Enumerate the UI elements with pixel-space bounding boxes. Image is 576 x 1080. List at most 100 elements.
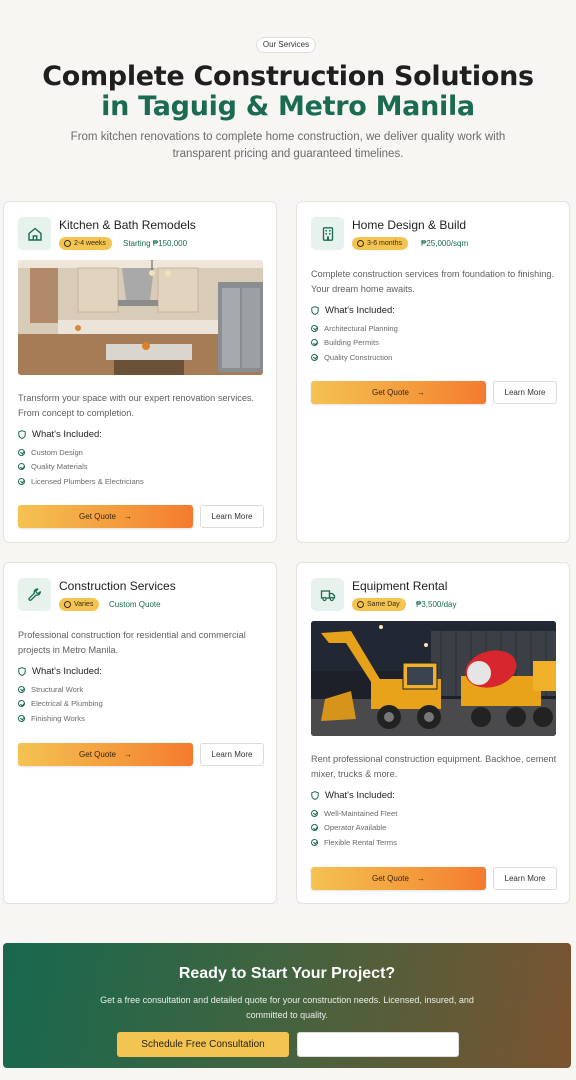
secondary-cta-button[interactable] [297, 1032, 459, 1057]
card-title: Equipment Rental [352, 579, 448, 593]
included-list: Architectural Planning Building Permits … [311, 321, 398, 365]
learn-more-button[interactable]: Learn More [200, 505, 264, 528]
button-label: Get Quote [372, 874, 409, 883]
list-item-text: Well-Maintained Fleet [324, 808, 398, 818]
page-title-line1: Complete Construction Solutions [42, 61, 534, 92]
arrow-right-icon: → [416, 874, 425, 883]
arrow-right-icon: → [123, 512, 132, 521]
list-item-text: Quality Materials [31, 462, 88, 472]
included-list: Custom Design Quality Materials Licensed… [18, 445, 144, 489]
list-item: Structural Work [18, 682, 103, 697]
learn-more-button[interactable]: Learn More [200, 743, 264, 766]
card-title: Home Design & Build [352, 218, 467, 232]
cta-banner: Ready to Start Your Project? Get a free … [3, 943, 571, 1068]
list-item: Operator Available [311, 821, 397, 836]
shield-icon [311, 306, 319, 315]
learn-more-button[interactable]: Learn More [493, 381, 557, 404]
list-item: Electrical & Plumbing [18, 697, 103, 712]
list-item: Quality Construction [311, 350, 398, 365]
check-icon [18, 448, 25, 456]
price-text: ₱25,000/sqm [421, 239, 469, 248]
card-title: Construction Services [59, 579, 176, 593]
shield-icon [311, 791, 319, 800]
list-item-text: Quality Construction [324, 352, 393, 362]
check-icon [311, 324, 318, 332]
list-item: Building Permits [311, 336, 398, 351]
service-card-equipment: Equipment Rental Same Day ₱3,500/day Ren… [296, 562, 570, 904]
card-description: Rent professional construction equipment… [311, 754, 557, 779]
shield-icon [18, 667, 26, 676]
clock-icon [357, 240, 364, 247]
service-card-kitchen: Kitchen & Bath Remodels 2-4 weeks Starti… [3, 201, 277, 543]
get-quote-button[interactable]: Get Quote → [311, 867, 486, 890]
duration-badge: Varies [59, 598, 100, 611]
list-item: Quality Materials [18, 460, 144, 475]
page-title-line2: in Taguig & Metro Manila [101, 91, 475, 122]
price-text: Custom Quote [109, 600, 161, 609]
check-icon [18, 714, 25, 722]
button-label: Get Quote [79, 512, 116, 521]
duration-badge: Same Day [352, 598, 406, 611]
list-item-text: Architectural Planning [324, 323, 398, 333]
check-icon [311, 353, 318, 361]
included-heading: What's Included: [311, 305, 395, 316]
duration-text: Varies [74, 601, 94, 608]
arrow-right-icon: → [416, 388, 425, 397]
equipment-image [311, 621, 556, 736]
duration-text: 2-4 weeks [74, 240, 106, 247]
list-item: Architectural Planning [311, 321, 398, 336]
included-heading-text: What's Included: [32, 429, 102, 440]
check-icon [311, 809, 318, 817]
list-item-text: Operator Available [324, 823, 387, 833]
check-icon [18, 463, 25, 471]
list-item: Licensed Plumbers & Electricians [18, 474, 144, 489]
included-heading-text: What's Included: [325, 305, 395, 316]
included-heading: What's Included: [311, 790, 395, 801]
cta-subtitle: Get a free consultation and detailed quo… [100, 995, 474, 1020]
cta-title: Ready to Start Your Project? [178, 965, 396, 982]
check-icon [311, 339, 318, 347]
card-description: Complete construction services from foun… [311, 269, 555, 294]
price-text: Starting ₱150,000 [123, 239, 188, 248]
list-item-text: Licensed Plumbers & Electricians [31, 476, 144, 486]
kitchen-image [18, 260, 263, 375]
check-icon [18, 700, 25, 708]
arrow-right-icon: → [123, 750, 132, 759]
list-item: Custom Design [18, 445, 144, 460]
get-quote-button[interactable]: Get Quote → [311, 381, 486, 404]
wrench-icon [18, 578, 51, 611]
shield-icon [18, 430, 26, 439]
list-item-text: Custom Design [31, 447, 83, 457]
included-heading: What's Included: [18, 666, 102, 677]
get-quote-button[interactable]: Get Quote → [18, 505, 193, 528]
clock-icon [64, 601, 71, 608]
card-description: Professional construction for residentia… [18, 630, 246, 655]
card-title: Kitchen & Bath Remodels [59, 218, 196, 232]
truck-icon [311, 578, 344, 611]
service-card-construction: Construction Services Varies Custom Quot… [3, 562, 277, 904]
list-item: Finishing Works [18, 711, 103, 726]
schedule-consultation-button[interactable]: Schedule Free Consultation [117, 1032, 289, 1057]
building-icon [311, 217, 344, 250]
duration-badge: 2-4 weeks [59, 237, 112, 250]
list-item-text: Structural Work [31, 684, 84, 694]
list-item: Flexible Rental Terms [311, 835, 397, 850]
button-label: Get Quote [372, 388, 409, 397]
duration-text: Same Day [367, 601, 400, 608]
page-subtitle: From kitchen renovations to complete hom… [70, 131, 506, 160]
list-item-text: Building Permits [324, 338, 379, 348]
included-heading-text: What's Included: [325, 790, 395, 801]
card-description: Transform your space with our expert ren… [18, 393, 255, 418]
button-label: Get Quote [79, 750, 116, 759]
check-icon [18, 477, 25, 485]
get-quote-button[interactable]: Get Quote → [18, 743, 193, 766]
clock-icon [357, 601, 364, 608]
included-heading-text: What's Included: [32, 666, 102, 677]
included-list: Well-Maintained Fleet Operator Available… [311, 806, 397, 850]
check-icon [18, 685, 25, 693]
learn-more-button[interactable]: Learn More [493, 867, 557, 890]
included-list: Structural Work Electrical & Plumbing Fi… [18, 682, 103, 726]
home-icon [18, 217, 51, 250]
page-title: Complete Construction Solutions in Tagui… [0, 62, 576, 122]
duration-text: 3-6 months [367, 240, 403, 247]
